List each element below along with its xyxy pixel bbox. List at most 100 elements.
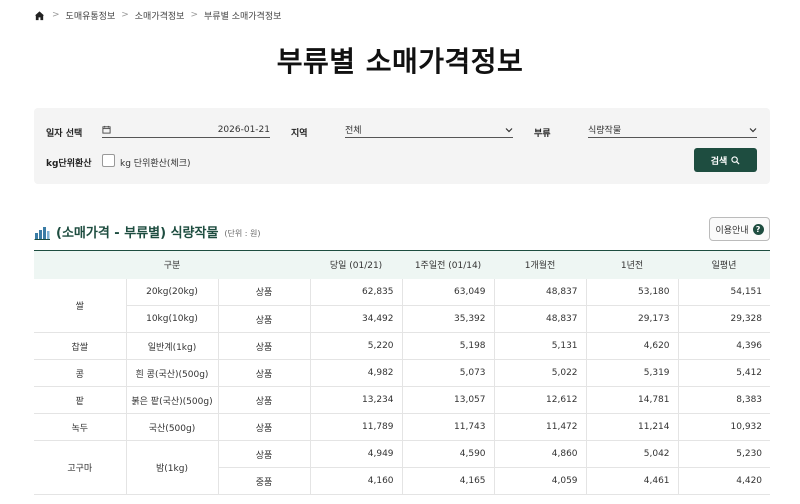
year-cell: 11,214	[585, 413, 679, 441]
item-cell: 고구마	[34, 440, 126, 495]
item-cell: 쌀	[34, 278, 126, 333]
unit-note: (단위 : 원)	[224, 228, 261, 238]
year-cell: 5,319	[585, 359, 679, 387]
year-cell: 14,781	[585, 386, 679, 414]
grade-cell: 상품	[217, 305, 311, 333]
year-cell: 5,042	[585, 440, 679, 468]
month-cell: 12,612	[493, 386, 587, 414]
date-label: 일자 선택	[46, 129, 83, 139]
week-cell: 63,049	[401, 278, 495, 306]
region-select[interactable]: 전체	[345, 122, 513, 138]
breadcrumb-item[interactable]: 도매유통정보	[66, 9, 116, 22]
today-cell: 5,220	[309, 332, 403, 360]
header-week: 1주일전 (01/14)	[402, 250, 495, 279]
search-label: 검색	[710, 156, 728, 167]
table-row: 10kg(10kg) 상품 34,492 35,392 48,837 29,17…	[34, 305, 771, 333]
header-category: 구분	[34, 250, 311, 279]
year-cell: 53,180	[585, 278, 679, 306]
grade-cell: 중품	[217, 467, 311, 495]
variety-cell: 10kg(10kg)	[125, 305, 218, 333]
search-icon	[731, 155, 740, 165]
week-cell: 4,165	[401, 467, 495, 495]
header-avg: 일평년	[678, 250, 771, 279]
today-cell: 13,234	[309, 386, 403, 414]
grade-cell: 상품	[217, 359, 311, 387]
variety-cell: 국산(500g)	[125, 413, 218, 441]
table-row: 콩 흰 콩(국산)(500g) 상품 4,982 5,073 5,022 5,3…	[34, 359, 771, 387]
grade-cell: 상품	[217, 386, 311, 414]
category-select[interactable]: 식량작물	[588, 122, 757, 138]
table-header-row: 구분 당일 (01/21) 1주일전 (01/14) 1개월전 1년전 일평년	[34, 250, 771, 279]
week-cell: 5,073	[401, 359, 495, 387]
today-cell: 4,982	[309, 359, 403, 387]
guide-button[interactable]: 이용안내 ?	[709, 217, 770, 241]
table-row: 고구마 밤(1kg) 상품 4,949 4,590 4,860 5,042 5,…	[34, 440, 771, 495]
month-cell: 48,837	[493, 305, 587, 333]
section-title: (소매가격 - 부류별) 식량작물	[56, 226, 219, 241]
home-icon[interactable]	[34, 9, 46, 21]
today-cell: 4,949	[309, 440, 403, 468]
month-cell: 11,472	[493, 413, 587, 441]
search-button[interactable]: 검색	[694, 148, 757, 172]
item-cell: 콩	[34, 359, 126, 387]
category-value: 식량작물	[588, 126, 622, 136]
year-cell: 29,173	[585, 305, 679, 333]
avg-cell: 5,412	[677, 359, 771, 387]
avg-cell: 54,151	[677, 278, 771, 306]
chevron-down-icon	[749, 126, 757, 134]
kg-checkbox[interactable]	[102, 154, 115, 167]
avg-cell: 8,383	[677, 386, 771, 414]
today-cell: 11,789	[309, 413, 403, 441]
date-field[interactable]: 2026-01-21	[102, 122, 270, 138]
grade-cell: 상품	[217, 278, 311, 306]
region-value: 전체	[345, 126, 362, 136]
avg-cell: 4,396	[677, 332, 771, 360]
avg-cell: 4,420	[677, 467, 771, 495]
year-cell: 4,461	[585, 467, 679, 495]
table-row: 찹쌀 일반계(1kg) 상품 5,220 5,198 5,131 4,620 4…	[34, 332, 771, 360]
help-icon: ?	[752, 223, 764, 235]
chevron-right-icon: >	[52, 10, 60, 20]
month-cell: 4,059	[493, 467, 587, 495]
price-table: 구분 당일 (01/21) 1주일전 (01/14) 1개월전 1년전 일평년 …	[34, 250, 771, 495]
week-cell: 5,198	[401, 332, 495, 360]
avg-cell: 10,932	[677, 413, 771, 441]
kg-label: kg단위환산	[46, 159, 92, 169]
variety-cell: 20kg(20kg)	[125, 278, 218, 306]
table-row: 팥 붉은 팥(국산)(500g) 상품 13,234 13,057 12,612…	[34, 386, 771, 414]
guide-label: 이용안내	[715, 225, 749, 236]
variety-cell: 일반계(1kg)	[125, 332, 218, 360]
month-cell: 4,860	[493, 440, 587, 468]
breadcrumb-item[interactable]: 부류별 소매가격정보	[204, 9, 281, 22]
week-cell: 35,392	[401, 305, 495, 333]
week-cell: 11,743	[401, 413, 495, 441]
today-cell: 62,835	[309, 278, 403, 306]
grade-cell: 상품	[217, 413, 311, 441]
grade-cell: 상품	[217, 440, 311, 468]
item-cell: 찹쌀	[34, 332, 126, 360]
week-cell: 13,057	[401, 386, 495, 414]
page-title: 부류별 소매가격정보	[276, 45, 524, 78]
avg-cell: 29,328	[677, 305, 771, 333]
month-cell: 48,837	[493, 278, 587, 306]
month-cell: 5,131	[493, 332, 587, 360]
filter-panel: 일자 선택 2026-01-21 지역 전체 부류 식량작물 kg단위환산 kg…	[34, 108, 770, 184]
table-row: 녹두 국산(500g) 상품 11,789 11,743 11,472 11,2…	[34, 413, 771, 441]
chevron-down-icon	[505, 126, 513, 134]
today-cell: 4,160	[309, 467, 403, 495]
breadcrumb-item[interactable]: 소매가격정보	[135, 9, 185, 22]
breadcrumb: > 도매유통정보 > 소매가격정보 > 부류별 소매가격정보	[34, 8, 281, 22]
date-value: 2026-01-21	[217, 124, 270, 135]
variety-cell: 붉은 팥(국산)(500g)	[125, 386, 218, 414]
kg-checkbox-label[interactable]: kg 단위환산(체크)	[120, 156, 191, 169]
category-label: 부류	[534, 129, 551, 139]
table-row: 쌀 20kg(20kg) 상품 62,835 63,049 48,837 53,…	[34, 278, 771, 333]
year-cell: 4,620	[585, 332, 679, 360]
chevron-right-icon: >	[121, 10, 129, 20]
item-cell: 팥	[34, 386, 126, 414]
grade-cell: 상품	[217, 332, 311, 360]
header-today: 당일 (01/21)	[310, 250, 403, 279]
section-header: (소매가격 - 부류별) 식량작물 (단위 : 원)	[34, 222, 261, 241]
avg-cell: 5,230	[677, 440, 771, 468]
calendar-icon	[102, 125, 112, 135]
